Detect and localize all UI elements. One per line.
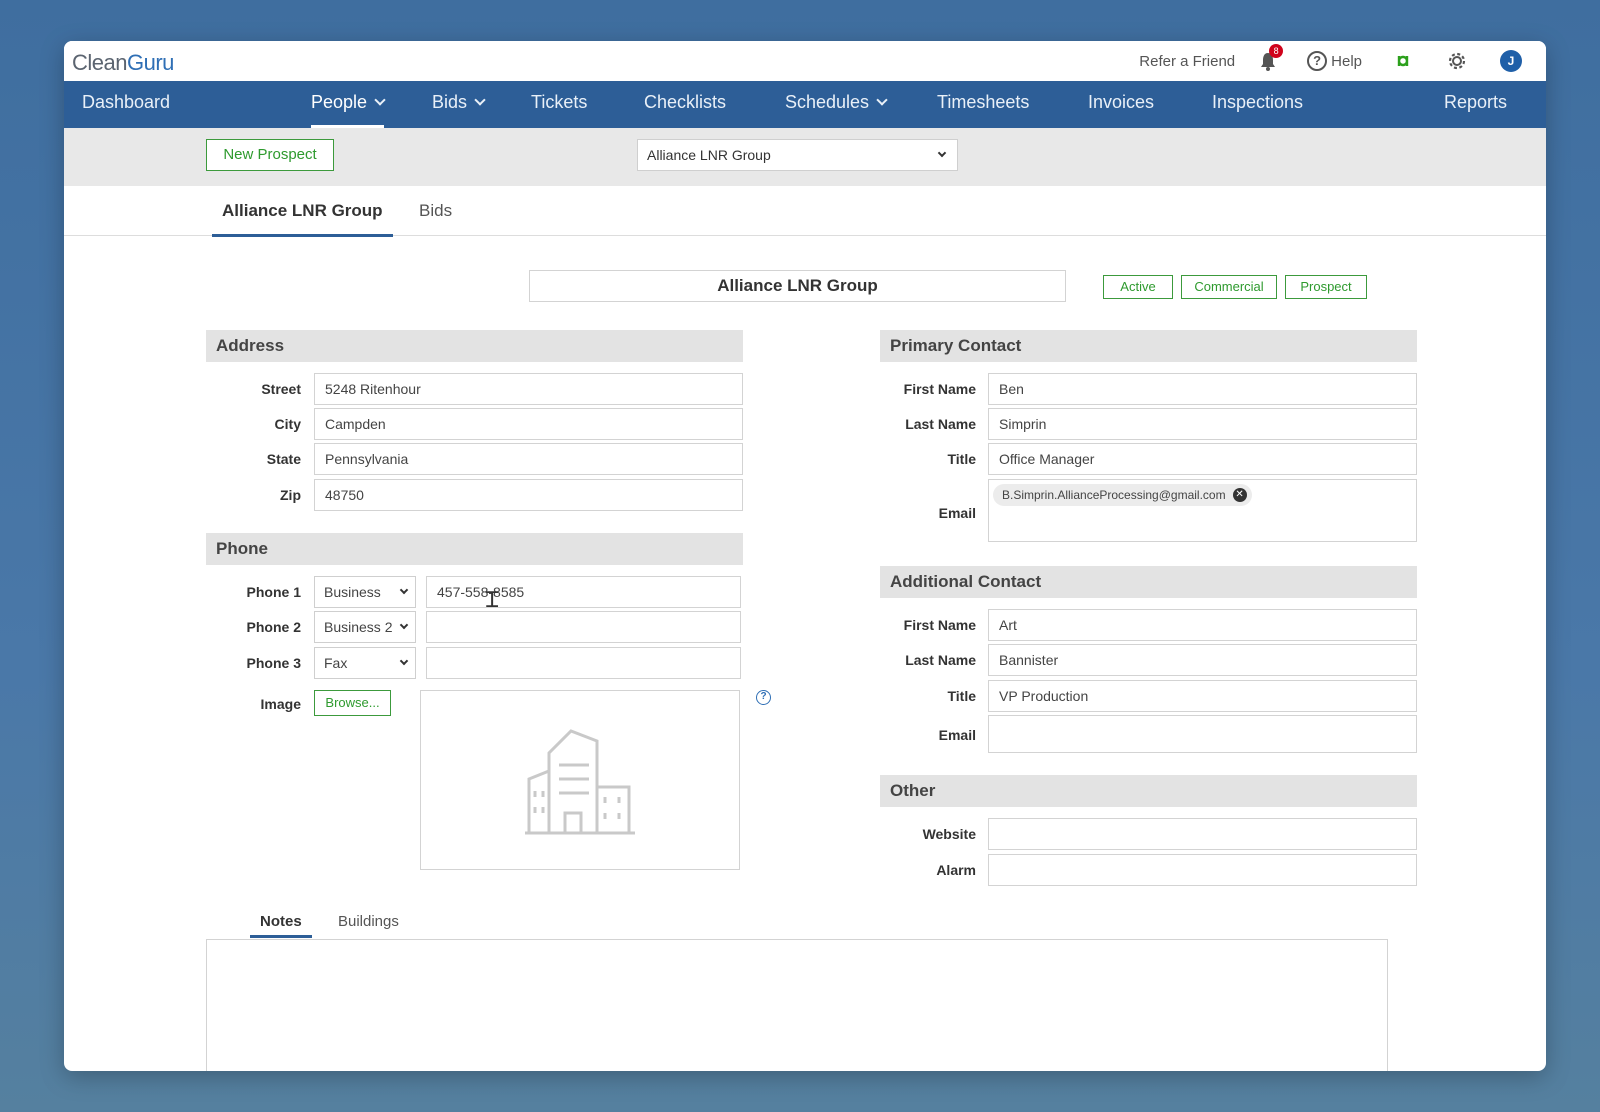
phone2-label: Phone 2	[246, 619, 301, 635]
state-label: State	[266, 451, 301, 467]
phone1-type-select[interactable]: Business	[314, 576, 416, 608]
primary-email-label: Email	[938, 505, 976, 521]
city-input[interactable]: Campden	[314, 408, 743, 440]
help-label: Help	[1331, 52, 1362, 70]
additional-title-input[interactable]: VP Production	[988, 680, 1417, 712]
tab-notes[interactable]: Notes	[250, 906, 312, 938]
phone2-type-select[interactable]: Business 2	[314, 611, 416, 643]
website-input[interactable]	[988, 818, 1417, 850]
phone1-label: Phone 1	[246, 584, 301, 600]
nav-schedules[interactable]: Schedules	[785, 81, 888, 128]
primary-email-input[interactable]: B.Simprin.AllianceProcessing@gmail.com ✕	[988, 479, 1417, 542]
additional-first-name-input[interactable]: Art	[988, 609, 1417, 641]
chevron-down-icon	[474, 94, 486, 106]
refer-a-friend-link[interactable]: Refer a Friend	[1139, 53, 1235, 70]
phone-section-header: Phone	[206, 533, 743, 565]
zip-label: Zip	[280, 487, 301, 503]
nav-bids[interactable]: Bids	[432, 81, 486, 128]
nav-timesheets[interactable]: Timesheets	[937, 81, 1029, 128]
quickbooks-icon[interactable]	[1392, 50, 1414, 72]
notes-textarea[interactable]	[206, 939, 1388, 1071]
image-label: Image	[260, 696, 301, 712]
additional-email-label: Email	[938, 727, 976, 743]
phone2-input[interactable]	[426, 611, 741, 643]
app-window: CleanGuru Refer a Friend 8 ? Help J Dash…	[64, 41, 1546, 1071]
main-nav: Dashboard People Bids Tickets Checklists…	[64, 81, 1546, 128]
chevron-down-icon	[876, 94, 888, 106]
help-icon: ?	[1307, 51, 1328, 71]
help-button[interactable]: ? Help	[1307, 51, 1362, 71]
nav-tickets[interactable]: Tickets	[531, 81, 587, 128]
remove-chip-icon[interactable]: ✕	[1232, 488, 1247, 502]
company-name-field[interactable]: Alliance LNR Group	[529, 270, 1066, 302]
chevron-down-icon	[399, 585, 409, 595]
info-icon[interactable]: ?	[756, 690, 771, 705]
chevron-down-icon	[399, 656, 409, 666]
text-cursor-icon: Ɪ	[486, 588, 499, 613]
city-label: City	[274, 416, 301, 432]
additional-first-name-label: First Name	[903, 617, 976, 633]
email-chip: B.Simprin.AllianceProcessing@gmail.com ✕	[993, 484, 1252, 506]
notifications-bell-icon[interactable]: 8	[1257, 44, 1284, 72]
new-prospect-button[interactable]: New Prospect	[206, 139, 334, 171]
tab-buildings[interactable]: Buildings	[338, 906, 399, 938]
tab-bids[interactable]: Bids	[419, 186, 452, 236]
nav-people[interactable]: People	[311, 81, 386, 128]
status-badge-prospect[interactable]: Prospect	[1285, 275, 1367, 299]
primary-last-name-label: Last Name	[905, 416, 976, 432]
phone3-input[interactable]	[426, 647, 741, 679]
additional-last-name-input[interactable]: Bannister	[988, 644, 1417, 676]
chevron-down-icon	[399, 620, 409, 630]
notification-count-badge: 8	[1269, 44, 1284, 58]
primary-contact-section-header: Primary Contact	[880, 330, 1417, 362]
phone1-input[interactable]: 457-558-8585	[426, 576, 741, 608]
company-select[interactable]: Alliance LNR Group	[637, 139, 958, 171]
additional-contact-section-header: Additional Contact	[880, 566, 1417, 598]
tab-company[interactable]: Alliance LNR Group	[212, 186, 393, 237]
status-badge-commercial[interactable]: Commercial	[1181, 275, 1277, 299]
website-label: Website	[922, 826, 976, 842]
gear-icon[interactable]	[1446, 50, 1468, 72]
street-label: Street	[261, 381, 301, 397]
address-section-header: Address	[206, 330, 743, 362]
additional-last-name-label: Last Name	[905, 652, 976, 668]
primary-first-name-input[interactable]: Ben	[988, 373, 1417, 405]
top-bar: CleanGuru Refer a Friend 8 ? Help J	[64, 41, 1546, 81]
additional-title-label: Title	[947, 688, 976, 704]
state-input[interactable]: Pennsylvania	[314, 443, 743, 475]
app-logo[interactable]: CleanGuru	[72, 50, 174, 76]
alarm-textarea[interactable]	[988, 854, 1417, 886]
phone3-label: Phone 3	[246, 655, 301, 671]
primary-title-input[interactable]: Office Manager	[988, 443, 1417, 475]
user-avatar[interactable]: J	[1500, 50, 1522, 72]
browse-button[interactable]: Browse...	[314, 690, 391, 716]
primary-last-name-input[interactable]: Simprin	[988, 408, 1417, 440]
additional-email-input[interactable]	[988, 715, 1417, 753]
nav-reports[interactable]: Reports	[1444, 81, 1507, 128]
status-badge-active[interactable]: Active	[1103, 275, 1173, 299]
chevron-down-icon	[937, 148, 947, 158]
other-section-header: Other	[880, 775, 1417, 807]
zip-input[interactable]: 48750	[314, 479, 743, 511]
toolbar: New Prospect Alliance LNR Group	[64, 128, 1546, 186]
alarm-label: Alarm	[936, 862, 976, 878]
image-preview[interactable]	[420, 690, 740, 870]
nav-dashboard[interactable]: Dashboard	[82, 81, 170, 128]
nav-invoices[interactable]: Invoices	[1088, 81, 1154, 128]
chevron-down-icon	[374, 94, 386, 106]
phone3-type-select[interactable]: Fax	[314, 647, 416, 679]
primary-title-label: Title	[947, 451, 976, 467]
primary-first-name-label: First Name	[903, 381, 976, 397]
record-tabs: Alliance LNR Group Bids	[64, 186, 1546, 237]
street-input[interactable]: 5248 Ritenhour	[314, 373, 743, 405]
building-icon	[525, 729, 635, 835]
nav-checklists[interactable]: Checklists	[644, 81, 726, 128]
nav-inspections[interactable]: Inspections	[1212, 81, 1303, 128]
